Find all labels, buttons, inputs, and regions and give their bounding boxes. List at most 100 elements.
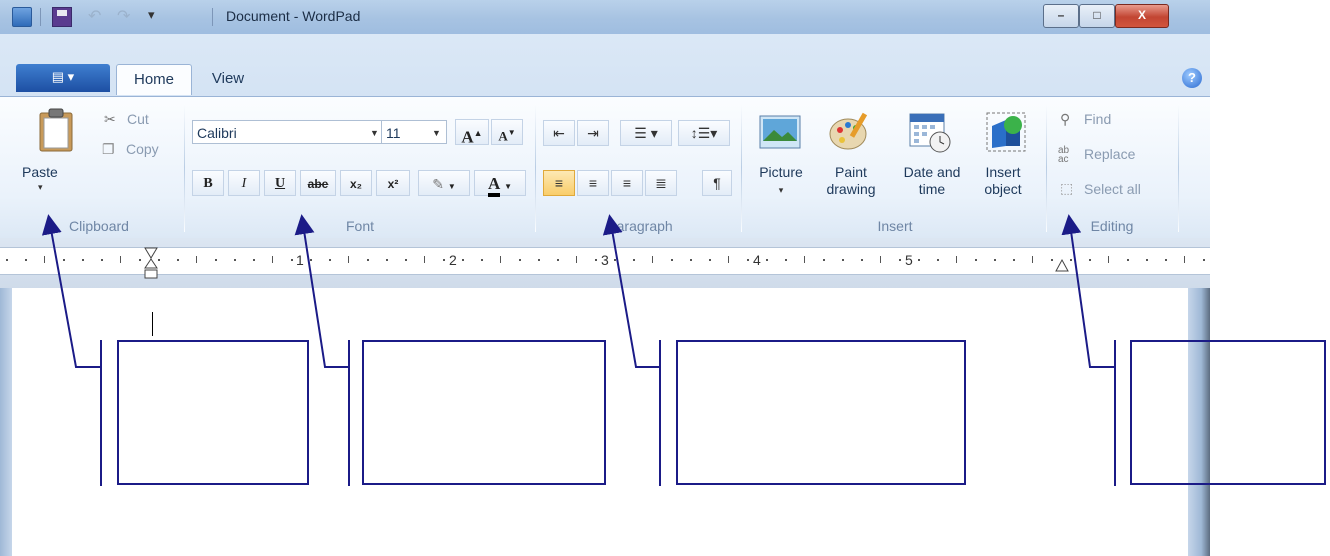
text-cursor bbox=[152, 312, 153, 336]
decrease-indent-icon[interactable]: ⇤ bbox=[543, 120, 575, 146]
bold-button[interactable]: B bbox=[192, 170, 224, 196]
editing-group-label: Editing bbox=[1090, 218, 1134, 234]
font-size-dropdown-icon[interactable]: ▼ bbox=[432, 128, 441, 138]
tab-home[interactable]: Home bbox=[116, 64, 192, 95]
ruler-dot bbox=[139, 259, 141, 261]
undo-icon[interactable]: ↶ bbox=[88, 6, 106, 25]
app-icon[interactable] bbox=[12, 7, 32, 27]
customize-dropdown-icon[interactable]: ▾ bbox=[148, 7, 166, 25]
ruler-dot bbox=[994, 259, 996, 261]
ruler-tick bbox=[424, 256, 425, 263]
justify-icon[interactable]: ≣ bbox=[645, 170, 677, 196]
ruler-dot bbox=[557, 259, 559, 261]
ruler-dot bbox=[329, 259, 331, 261]
editing-callout-box bbox=[1130, 340, 1326, 485]
ruler-dot bbox=[823, 259, 825, 261]
bullets-icon[interactable]: ☰ ▾ bbox=[620, 120, 672, 146]
align-center-icon[interactable]: ≡ bbox=[577, 170, 609, 196]
close-button[interactable]: X bbox=[1115, 4, 1169, 28]
ruler-dot bbox=[82, 259, 84, 261]
ruler-dot bbox=[1203, 259, 1205, 261]
paint-palette-icon bbox=[829, 112, 868, 150]
picture-label: Picture bbox=[759, 164, 803, 180]
superscript-button[interactable]: x² bbox=[376, 170, 410, 196]
ruler-dot bbox=[1146, 259, 1148, 261]
underline-button[interactable]: U bbox=[264, 170, 296, 196]
strikethrough-button[interactable]: abe bbox=[300, 170, 336, 196]
grow-font-label: A bbox=[461, 127, 474, 147]
ruler-tick bbox=[120, 256, 121, 263]
align-left-icon[interactable]: ≡ bbox=[543, 170, 575, 196]
help-icon[interactable]: ? bbox=[1182, 68, 1202, 88]
ruler-dot bbox=[633, 259, 635, 261]
copy-label: Copy bbox=[126, 141, 159, 157]
redo-icon[interactable]: ↷ bbox=[117, 6, 135, 25]
ruler-dot bbox=[443, 259, 445, 261]
ruler-tick bbox=[348, 256, 349, 263]
cut-label: Cut bbox=[127, 111, 149, 127]
highlighter-icon: ✎ bbox=[432, 176, 444, 192]
font-family-dropdown-icon[interactable]: ▼ bbox=[370, 128, 379, 138]
right-indent-marker-icon[interactable] bbox=[1054, 258, 1070, 274]
ruler-dot bbox=[63, 259, 65, 261]
ruler-dot bbox=[1013, 259, 1015, 261]
ruler-dot bbox=[785, 259, 787, 261]
title-separator bbox=[212, 8, 213, 26]
ruler-dot bbox=[1070, 259, 1072, 261]
font-family-select[interactable]: Calibri bbox=[192, 120, 388, 144]
paragraph-settings-icon[interactable]: ¶ bbox=[702, 170, 732, 196]
clipboard-icon bbox=[39, 108, 73, 152]
application-menu-button[interactable]: ▤ ▾ bbox=[16, 64, 110, 92]
insert-object-icon bbox=[986, 112, 1026, 152]
ruler-dot bbox=[1051, 259, 1053, 261]
ruler-tick bbox=[44, 256, 45, 263]
clipboard-group-label: Clipboard bbox=[69, 218, 129, 234]
paragraph-group-label: Paragraph bbox=[607, 218, 673, 234]
ruler-number: 3 bbox=[601, 252, 609, 268]
paint-drawing-label-line1: Paint bbox=[835, 164, 867, 180]
qat-separator bbox=[40, 8, 41, 26]
grow-font-arrow-icon: ▲ bbox=[473, 128, 483, 138]
increase-indent-icon[interactable]: ⇥ bbox=[577, 120, 609, 146]
find-label: Find bbox=[1084, 111, 1112, 127]
text-color-button[interactable]: A ▼ bbox=[474, 170, 526, 197]
shrink-font-button[interactable]: A▼ bbox=[491, 119, 523, 145]
grow-font-button[interactable]: A▲ bbox=[455, 119, 489, 147]
ruler-dot bbox=[6, 259, 8, 261]
group-separator bbox=[741, 104, 742, 232]
minimize-button[interactable]: – bbox=[1043, 4, 1079, 28]
ruler-tick bbox=[1108, 256, 1109, 263]
first-line-indent-marker-icon[interactable] bbox=[143, 246, 159, 286]
save-icon[interactable] bbox=[52, 7, 72, 27]
window-title: Document - WordPad bbox=[226, 8, 361, 24]
text-color-dropdown-icon: ▼ bbox=[504, 182, 513, 191]
ruler-tick bbox=[652, 256, 653, 263]
ruler-tick bbox=[1032, 256, 1033, 263]
replace-label: Replace bbox=[1084, 146, 1136, 162]
ruler-dot bbox=[918, 259, 920, 261]
ruler-dot bbox=[291, 259, 293, 261]
scissors-icon: ✂ bbox=[104, 111, 116, 127]
window-left-border bbox=[0, 288, 12, 556]
ruler-dot bbox=[595, 259, 597, 261]
ruler-dot bbox=[101, 259, 103, 261]
highlight-color-button[interactable]: ✎ ▼ bbox=[418, 170, 470, 196]
font-callout-box bbox=[362, 340, 606, 485]
subscript-button[interactable]: x₂ bbox=[340, 170, 372, 196]
italic-button[interactable]: I bbox=[228, 170, 260, 196]
ruler-dot bbox=[937, 259, 939, 261]
align-right-icon[interactable]: ≡ bbox=[611, 170, 643, 196]
ruler-dot bbox=[405, 259, 407, 261]
ruler-dot bbox=[234, 259, 236, 261]
tab-view[interactable]: View bbox=[196, 64, 260, 94]
line-spacing-icon[interactable]: ↕☰▾ bbox=[678, 120, 730, 146]
picture-icon bbox=[759, 115, 801, 149]
ruler-tick bbox=[804, 256, 805, 263]
ruler-dot bbox=[462, 259, 464, 261]
ruler-dot bbox=[709, 259, 711, 261]
select-all-icon: ⬚ bbox=[1060, 180, 1074, 196]
ruler-number: 4 bbox=[753, 252, 761, 268]
calendar-clock-icon bbox=[909, 113, 951, 153]
insert-object-label-line1: Insert bbox=[985, 164, 1021, 180]
maximize-button[interactable]: □ bbox=[1079, 4, 1115, 28]
